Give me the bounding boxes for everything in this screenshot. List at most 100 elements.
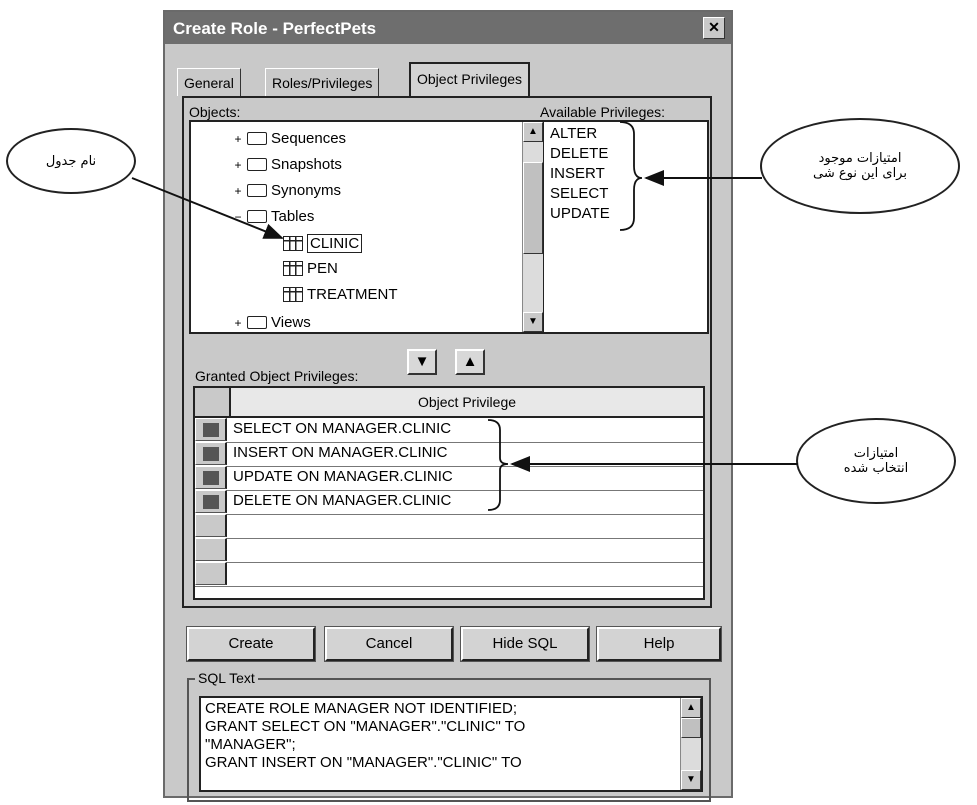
create-role-dialog: Create Role - PerfectPets ✕ General Role… bbox=[163, 10, 733, 802]
row-header[interactable] bbox=[195, 490, 227, 513]
tree-item-label: PEN bbox=[307, 260, 338, 277]
privilege-item-alter[interactable]: ALTER bbox=[550, 124, 597, 144]
hide-sql-button[interactable]: Hide SQL bbox=[460, 626, 590, 662]
tree-item-label: TREATMENT bbox=[307, 286, 398, 303]
annotation-text: انتخاب شده bbox=[843, 461, 909, 476]
sql-line: "MANAGER"; bbox=[205, 736, 296, 753]
row-text: INSERT ON MANAGER.CLINIC bbox=[233, 444, 448, 461]
tree-item-clinic[interactable]: CLINIC bbox=[283, 234, 363, 253]
grant-down-button[interactable]: ▼ bbox=[407, 349, 437, 375]
scroll-up-icon[interactable]: ▲ bbox=[523, 122, 543, 142]
tree-item-label: Views bbox=[271, 314, 311, 331]
objects-label: Objects: bbox=[189, 104, 241, 120]
annotation-text: امتیازات bbox=[853, 446, 899, 461]
grid-corner bbox=[195, 388, 229, 418]
row-header[interactable] bbox=[195, 514, 227, 537]
sql-scrollbar[interactable]: ▲ ▼ bbox=[680, 698, 701, 790]
tree-item-label: Tables bbox=[271, 208, 315, 225]
objects-scrollbar[interactable]: ▲ ▼ bbox=[522, 122, 543, 332]
row-header[interactable] bbox=[195, 562, 227, 585]
row-text: UPDATE ON MANAGER.CLINIC bbox=[233, 468, 453, 485]
window-title: Create Role - PerfectPets bbox=[173, 19, 377, 38]
table-row[interactable] bbox=[195, 562, 703, 587]
table-icon bbox=[283, 287, 303, 302]
tab-general[interactable]: General bbox=[177, 68, 241, 96]
expand-icon[interactable]: + bbox=[233, 158, 243, 172]
annotation-text: امتیازات موجود bbox=[818, 151, 902, 166]
tab-object-privileges[interactable]: Object Privileges bbox=[409, 62, 531, 98]
annotation-table-name: نام جدول bbox=[6, 128, 136, 194]
available-privileges-label: Available Privileges: bbox=[540, 104, 666, 120]
folder-open-icon bbox=[247, 210, 267, 223]
expand-icon[interactable]: + bbox=[233, 184, 243, 198]
table-row[interactable]: INSERT ON MANAGER.CLINIC bbox=[195, 442, 703, 467]
available-privileges-list[interactable]: ALTER DELETE INSERT SELECT UPDATE bbox=[543, 120, 709, 334]
privilege-item-delete[interactable]: DELETE bbox=[550, 144, 608, 164]
sql-text-area[interactable]: CREATE ROLE MANAGER NOT IDENTIFIED; GRAN… bbox=[199, 696, 703, 792]
privilege-item-update[interactable]: UPDATE bbox=[550, 204, 610, 224]
tree-item-tables[interactable]: − Tables bbox=[233, 208, 314, 225]
sql-line: GRANT INSERT ON "MANAGER"."CLINIC" TO bbox=[205, 754, 522, 771]
scroll-up-icon[interactable]: ▲ bbox=[681, 698, 701, 718]
granted-privileges-grid[interactable]: Object Privilege SELECT ON MANAGER.CLINI… bbox=[193, 386, 705, 600]
row-text: DELETE ON MANAGER.CLINIC bbox=[233, 492, 452, 509]
title-bar: Create Role - PerfectPets ✕ bbox=[165, 12, 731, 44]
sql-line: GRANT SELECT ON "MANAGER"."CLINIC" TO bbox=[205, 718, 526, 735]
scroll-down-icon[interactable]: ▼ bbox=[681, 770, 701, 790]
tree-item-label: Snapshots bbox=[271, 156, 342, 173]
scroll-thumb[interactable] bbox=[681, 718, 701, 738]
expand-icon[interactable]: + bbox=[233, 132, 243, 146]
sql-text-label: SQL Text bbox=[195, 670, 258, 686]
annotation-available-privileges: امتیازات موجود برای این نوع شی bbox=[760, 118, 960, 214]
table-row[interactable] bbox=[195, 514, 703, 539]
folder-icon bbox=[247, 132, 267, 145]
tab-roles-privileges[interactable]: Roles/Privileges bbox=[265, 68, 380, 96]
tree-item-label: Synonyms bbox=[271, 182, 342, 199]
annotation-granted-privileges: امتیازات انتخاب شده bbox=[796, 418, 956, 504]
expand-icon[interactable]: + bbox=[233, 316, 243, 330]
create-button[interactable]: Create bbox=[186, 626, 316, 662]
folder-icon bbox=[247, 184, 267, 197]
table-row[interactable]: DELETE ON MANAGER.CLINIC bbox=[195, 490, 703, 515]
close-button[interactable]: ✕ bbox=[703, 17, 725, 39]
row-header[interactable] bbox=[195, 442, 227, 465]
folder-icon bbox=[247, 316, 267, 329]
sql-text-group: SQL Text CREATE ROLE MANAGER NOT IDENTIF… bbox=[187, 670, 711, 802]
privilege-row-icon bbox=[203, 447, 219, 461]
granted-privileges-label: Granted Object Privileges: bbox=[195, 368, 359, 384]
tree-item-treatment[interactable]: TREATMENT bbox=[283, 286, 398, 303]
column-header-object-privilege[interactable]: Object Privilege bbox=[229, 388, 703, 418]
tree-item-snapshots[interactable]: + Snapshots bbox=[233, 156, 342, 173]
table-icon bbox=[283, 236, 303, 251]
privilege-row-icon bbox=[203, 495, 219, 509]
collapse-icon[interactable]: − bbox=[233, 210, 243, 224]
scroll-down-icon[interactable]: ▼ bbox=[523, 312, 543, 332]
tree-item-label: Sequences bbox=[271, 130, 347, 147]
row-header[interactable] bbox=[195, 418, 227, 441]
tree-item-pen[interactable]: PEN bbox=[283, 260, 338, 277]
cancel-button[interactable]: Cancel bbox=[324, 626, 454, 662]
objects-tree[interactable]: + Sequences + Snapshots + Synonyms − Tab… bbox=[189, 120, 545, 334]
annotation-text: برای این نوع شی bbox=[813, 166, 907, 181]
row-header[interactable] bbox=[195, 538, 227, 561]
privilege-row-icon bbox=[203, 471, 219, 485]
help-button[interactable]: Help bbox=[596, 626, 722, 662]
revoke-up-button[interactable]: ▲ bbox=[455, 349, 485, 375]
table-row[interactable] bbox=[195, 538, 703, 563]
folder-icon bbox=[247, 158, 267, 171]
annotation-text: نام جدول bbox=[45, 153, 97, 169]
table-row[interactable]: UPDATE ON MANAGER.CLINIC bbox=[195, 466, 703, 491]
tree-item-synonyms[interactable]: + Synonyms bbox=[233, 182, 341, 199]
sql-line: CREATE ROLE MANAGER NOT IDENTIFIED; bbox=[205, 700, 517, 717]
tree-item-sequences[interactable]: + Sequences bbox=[233, 130, 346, 147]
table-row[interactable]: SELECT ON MANAGER.CLINIC bbox=[195, 418, 703, 443]
tree-item-label: CLINIC bbox=[307, 234, 363, 253]
scroll-thumb[interactable] bbox=[523, 162, 543, 254]
tree-item-views[interactable]: + Views bbox=[233, 314, 311, 331]
privilege-item-select[interactable]: SELECT bbox=[550, 184, 608, 204]
row-text: SELECT ON MANAGER.CLINIC bbox=[233, 420, 452, 437]
table-icon bbox=[283, 261, 303, 276]
privilege-row-icon bbox=[203, 423, 219, 437]
privilege-item-insert[interactable]: INSERT bbox=[550, 164, 605, 184]
row-header[interactable] bbox=[195, 466, 227, 489]
